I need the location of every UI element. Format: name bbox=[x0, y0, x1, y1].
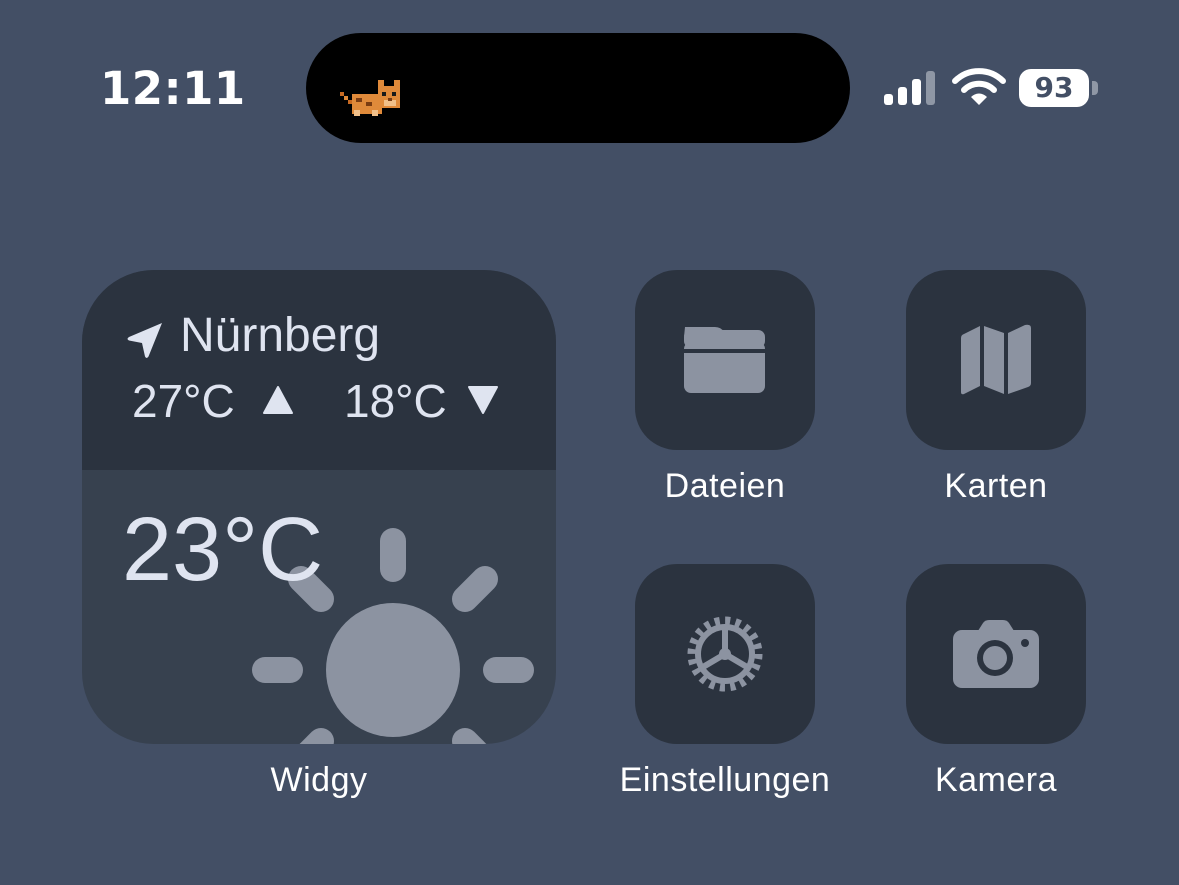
battery-level: 93 bbox=[1034, 71, 1074, 104]
pixel-cat-icon bbox=[340, 80, 400, 116]
cellular-signal-icon bbox=[884, 71, 935, 105]
gear-icon bbox=[687, 616, 763, 692]
folder-icon bbox=[684, 327, 765, 393]
low-temperature: 18°C bbox=[344, 375, 447, 427]
current-temperature: 23°C bbox=[122, 500, 324, 600]
battery-indicator: 93 bbox=[1019, 69, 1101, 107]
wifi-icon bbox=[952, 68, 1006, 105]
app-label-camera: Kamera bbox=[934, 761, 1058, 799]
widget-header: Nürnberg 27°C 18°C bbox=[82, 270, 556, 470]
app-label-files: Dateien bbox=[664, 467, 786, 505]
widget-label: Widgy bbox=[270, 761, 368, 799]
camera-icon bbox=[953, 620, 1039, 688]
weather-widget[interactable]: Nürnberg 27°C 18°C 23°C bbox=[82, 270, 556, 744]
app-icon-settings[interactable] bbox=[635, 564, 815, 744]
app-label-maps: Karten bbox=[944, 467, 1048, 505]
app-label-settings: Einstellungen bbox=[619, 761, 831, 799]
location-name: Nürnberg bbox=[180, 309, 381, 362]
location-arrow-icon bbox=[127, 323, 162, 358]
high-temperature: 27°C bbox=[132, 375, 235, 427]
app-icon-maps[interactable] bbox=[906, 270, 1086, 450]
status-time: 12:11 bbox=[100, 62, 246, 115]
app-icon-camera[interactable] bbox=[906, 564, 1086, 744]
triangle-down-icon bbox=[468, 386, 498, 414]
map-icon bbox=[961, 324, 1031, 395]
triangle-up-icon bbox=[263, 386, 293, 414]
battery-terminal bbox=[1092, 81, 1098, 95]
app-icon-files[interactable] bbox=[635, 270, 815, 450]
